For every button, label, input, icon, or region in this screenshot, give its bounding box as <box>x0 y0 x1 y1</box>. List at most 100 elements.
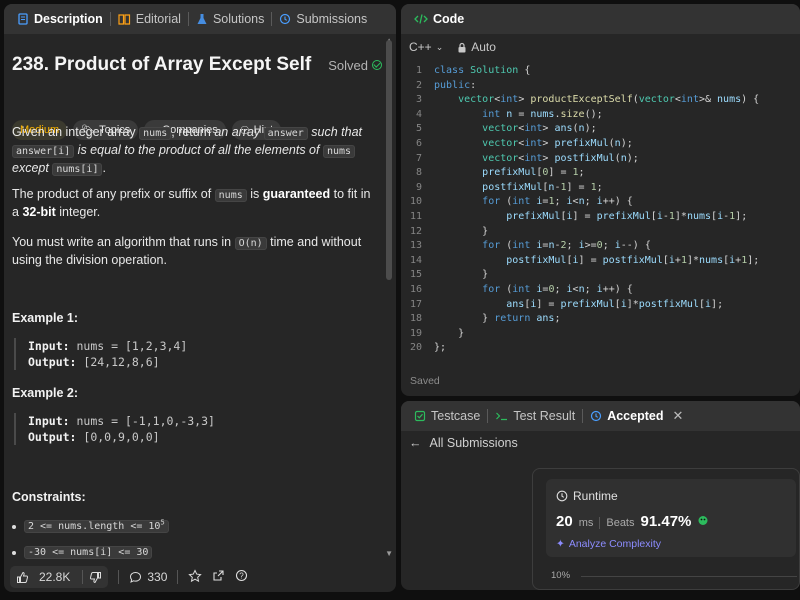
inline-code: answer[i] <box>12 145 75 158</box>
tab-submissions[interactable]: Submissions <box>274 12 372 26</box>
help-icon: ? <box>236 569 248 582</box>
line-content: } <box>434 269 489 281</box>
solved-status: Solved <box>328 58 382 73</box>
auto-mode[interactable]: Auto <box>457 40 496 54</box>
thumbs-down-icon <box>90 571 102 583</box>
input-value: nums = [1,2,3,4] <box>76 339 188 353</box>
scrollbar-thumb[interactable] <box>386 40 392 280</box>
line-content: }; <box>434 342 447 354</box>
input-label: Input: <box>28 339 70 353</box>
code-icon <box>414 14 428 24</box>
code-editor[interactable]: 1 class Solution {2 public: 3 vector<int> p… <box>401 64 800 356</box>
line-number: 17 <box>409 298 422 310</box>
code-line[interactable]: 13 for (int i=n-2; i>=0; i--) { <box>401 239 800 254</box>
description-paragraph-2: The product of any prefix or suffix of n… <box>12 186 374 221</box>
code-line[interactable]: 15 } <box>401 268 800 283</box>
code-line[interactable]: 18 } return ans; <box>401 312 800 327</box>
like-button[interactable]: 22.8K <box>10 570 82 584</box>
text: You must write an algorithm that runs in <box>12 235 235 249</box>
line-number: 4 <box>415 108 422 120</box>
line-content: int n = nums.size(); <box>482 108 603 120</box>
example-1-heading: Example 1: <box>12 311 79 325</box>
line-number: 19 <box>409 327 422 339</box>
tab-solutions[interactable]: Solutions <box>191 12 269 26</box>
all-submissions-link[interactable]: ← All Submissions <box>409 436 518 450</box>
code-line[interactable]: 20}; <box>401 341 800 356</box>
tab-test-result[interactable]: Test Result <box>490 409 580 423</box>
line-number: 3 <box>415 94 422 106</box>
tab-editorial[interactable]: Editorial <box>113 12 186 26</box>
code-line[interactable]: 7 vector<int> postfixMul(n); <box>401 152 800 167</box>
code-line[interactable]: 4 int n = nums.size(); <box>401 108 800 123</box>
code-line[interactable]: 5 vector<int> ans(n); <box>401 122 800 137</box>
analyze-complexity-link[interactable]: ✦ Analyze Complexity <box>556 538 786 550</box>
lock-icon <box>458 42 466 52</box>
code-line[interactable]: 16 for (int i=0; i<n; i++) { <box>401 283 800 298</box>
line-number: 18 <box>409 313 422 325</box>
comments-button[interactable]: 330 <box>129 570 167 584</box>
runtime-box[interactable]: Runtime 20 ms Beats 91.47% ✦ Analyze Com… <box>546 479 796 557</box>
description-content: 238. Product of Array Except Self Solved… <box>4 34 396 560</box>
line-number: 10 <box>409 196 422 208</box>
share-icon <box>213 570 224 581</box>
runtime-values: 20 ms Beats 91.47% <box>556 513 786 530</box>
runtime-unit: ms <box>578 517 594 529</box>
code-line[interactable]: 6 vector<int> prefixMul(n); <box>401 137 800 152</box>
code-line[interactable]: 3 vector<int> productExceptSelf(vector<i… <box>401 93 800 108</box>
code-line[interactable]: 11 prefixMul[i] = prefixMul[i-1]*nums[i-… <box>401 210 800 225</box>
code-line[interactable]: 10 for (int i=1; i<n; i++) { <box>401 195 800 210</box>
share-button[interactable] <box>212 569 225 585</box>
line-number: 7 <box>415 152 422 164</box>
language-label: C++ <box>409 40 432 54</box>
code-line[interactable]: 8 prefixMul[0] = 1; <box>401 166 800 181</box>
inline-code: O(n) <box>234 237 267 250</box>
saved-status: Saved <box>410 375 440 387</box>
title-row: 238. Product of Array Except Self Solved <box>12 54 382 76</box>
tab-code[interactable]: Code <box>409 12 469 26</box>
all-submissions-label: All Submissions <box>429 436 518 450</box>
scroll-down-arrow[interactable]: ▼ <box>385 549 393 558</box>
tab-testcase[interactable]: Testcase <box>409 409 485 423</box>
dislike-button[interactable] <box>83 571 108 584</box>
line-number: 11 <box>409 210 422 222</box>
footer-separator <box>177 570 179 584</box>
code-line[interactable]: 9 postfixMul[n-1] = 1; <box>401 181 800 196</box>
code-line[interactable]: 2 public: <box>401 79 800 94</box>
left-tabbar: Description Editorial Solutions Submissi… <box>4 4 396 34</box>
line-content: vector<int> postfixMul(n); <box>482 152 639 164</box>
line-content: for (int i=0; i<n; i++) { <box>482 283 633 295</box>
clock-icon <box>556 490 568 502</box>
code-line[interactable]: 17 ans[i] = prefixMul[i]*postfixMul[i]; <box>401 298 800 313</box>
line-number: 2 <box>415 79 422 91</box>
inline-code: nums <box>214 189 247 202</box>
line-content: class Solution { <box>434 65 531 76</box>
output-label: Output: <box>28 355 77 369</box>
line-content: } <box>434 225 489 237</box>
document-icon <box>18 13 28 25</box>
close-icon[interactable]: ✕ <box>672 408 683 424</box>
text: 2 <= nums.length <= 10 <box>28 521 161 532</box>
line-number: 9 <box>415 181 422 193</box>
tab-accepted-label: Accepted <box>607 409 664 423</box>
terminal-icon <box>496 412 508 421</box>
code-line[interactable]: 1 class Solution { <box>401 64 800 79</box>
line-content: postfixMul[n-1] = 1; <box>482 181 603 193</box>
tab-accepted[interactable]: Accepted ✕ <box>585 408 688 424</box>
favorite-button[interactable] <box>188 568 203 586</box>
tab-testcase-label: Testcase <box>431 409 481 423</box>
result-panel: Testcase Test Result Accepted ✕ ← All Su… <box>401 401 800 590</box>
code-panel: Code C++ ⌄ Auto 1 class Solution {2 public… <box>401 4 800 396</box>
description-panel: Description Editorial Solutions Submissi… <box>4 4 396 592</box>
inline-code: answer <box>263 127 308 140</box>
constraint-item: -30 <= nums[i] <= 30 <box>12 546 153 559</box>
line-number: 8 <box>415 167 422 179</box>
code-line[interactable]: 14 postfixMul[i] = postfixMul[i+1]*nums[… <box>401 254 800 269</box>
code-line[interactable]: 12 } <box>401 225 800 240</box>
code-line[interactable]: 19 } <box>401 327 800 342</box>
language-select[interactable]: C++ ⌄ <box>409 40 443 54</box>
tab-separator <box>109 12 111 26</box>
help-button[interactable]: ? <box>235 569 248 585</box>
text: is equal to the product of all the eleme… <box>74 143 323 157</box>
tab-description[interactable]: Description <box>12 12 108 26</box>
line-content: for (int i=n-2; i>=0; i--) { <box>482 240 651 252</box>
